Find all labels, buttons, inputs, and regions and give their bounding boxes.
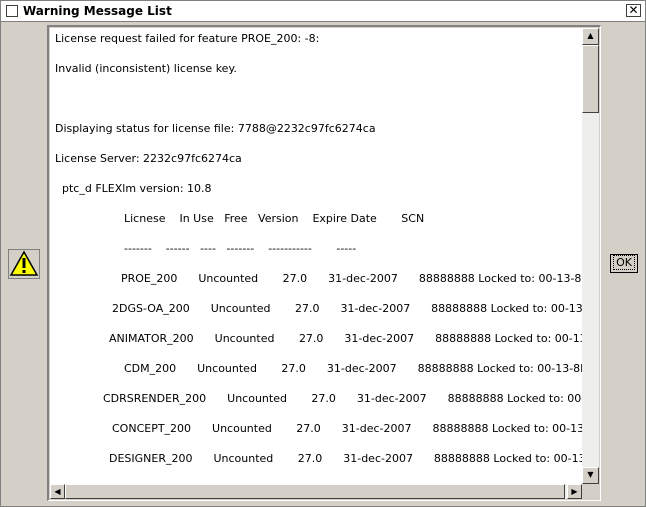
window-title: Warning Message List bbox=[23, 4, 172, 18]
license-row: CONCEPT_200 Uncounted 27.0 31-dec-2007 8… bbox=[112, 422, 582, 435]
license-row: PROE_200 Uncounted 27.0 31-dec-2007 8888… bbox=[121, 272, 582, 285]
window-icon bbox=[6, 5, 18, 17]
license-row: ANIMATOR_200 Uncounted 27.0 31-dec-2007 … bbox=[109, 332, 582, 345]
warning-exclamation-icon bbox=[8, 249, 40, 279]
license-row: DESIGNER_200 Uncounted 27.0 31-dec-2007 … bbox=[109, 452, 582, 465]
message-panel: License request failed for feature PROE_… bbox=[47, 25, 601, 501]
scroll-corner bbox=[582, 484, 599, 499]
table-separator: ------- ------ ---- ------- ----------- … bbox=[124, 242, 357, 255]
message-line: Invalid (inconsistent) license key. bbox=[55, 62, 237, 75]
message-line: License Server: 2232c97fc6274ca bbox=[55, 152, 242, 165]
title-bar[interactable]: Warning Message List ✕ bbox=[1, 1, 645, 22]
message-line: Displaying status for license file: 7788… bbox=[55, 122, 376, 135]
horizontal-scroll-thumb[interactable] bbox=[65, 484, 565, 499]
license-row: CDM_200 Uncounted 27.0 31-dec-2007 88888… bbox=[124, 362, 582, 375]
scroll-right-button[interactable]: ▶ bbox=[567, 484, 582, 499]
warning-dialog: Warning Message List ✕ License request f… bbox=[0, 0, 646, 507]
scroll-down-button[interactable]: ▼ bbox=[582, 467, 599, 484]
scroll-up-button[interactable]: ▲ bbox=[582, 28, 599, 45]
license-row: 2DGS-OA_200 Uncounted 27.0 31-dec-2007 8… bbox=[112, 302, 582, 315]
table-header: Licnese In Use Free Version Expire Date … bbox=[124, 212, 425, 225]
license-row: CDRSRENDER_200 Uncounted 27.0 31-dec-200… bbox=[103, 392, 582, 405]
close-button[interactable]: ✕ bbox=[626, 4, 641, 17]
horizontal-scrollbar[interactable]: ◀ ▶ bbox=[50, 484, 582, 499]
message-line: License request failed for feature PROE_… bbox=[55, 32, 320, 45]
ok-button-label: OK bbox=[613, 255, 635, 270]
scroll-left-button[interactable]: ◀ bbox=[50, 484, 65, 499]
message-text-area[interactable]: License request failed for feature PROE_… bbox=[50, 28, 582, 484]
ok-button[interactable]: OK bbox=[610, 254, 638, 273]
message-line: ptc_d FLEXlm version: 10.8 bbox=[55, 182, 212, 195]
vertical-scroll-thumb[interactable] bbox=[582, 45, 599, 113]
vertical-scrollbar[interactable]: ▲ ▼ bbox=[582, 28, 599, 484]
